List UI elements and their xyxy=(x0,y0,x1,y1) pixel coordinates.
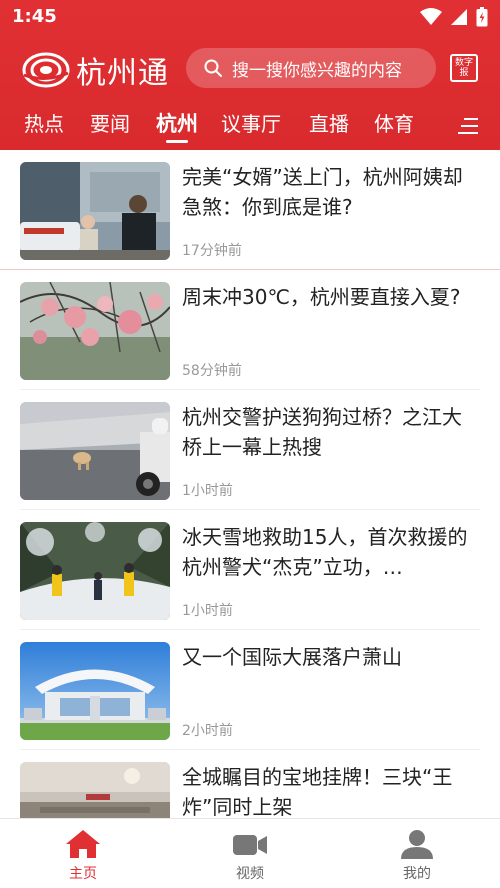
video-icon xyxy=(233,835,267,855)
status-time: 1:45 xyxy=(12,6,57,27)
news-title: 冰天雪地救助15人，首次救援的杭州警犬“杰克”立功，… xyxy=(182,525,468,579)
nav-home[interactable]: 主页 xyxy=(43,829,123,883)
battery-icon xyxy=(476,7,488,27)
news-time: 2小时前 xyxy=(182,723,233,739)
news-item[interactable]: 周末冲30℃，杭州要直接入夏? 58分钟前 xyxy=(0,270,500,390)
news-time: 58分钟前 xyxy=(182,363,242,379)
search-placeholder: 搜一搜你感兴趣的内容 xyxy=(232,60,402,81)
nav-video[interactable]: 视频 xyxy=(210,829,290,883)
nav-home-label: 主页 xyxy=(69,866,97,882)
news-title: 全城瞩目的宝地挂牌！三块“王炸”同时上架 xyxy=(182,765,453,818)
tab-news[interactable]: 要闻 xyxy=(90,108,130,137)
tab-hot[interactable]: 热点 xyxy=(24,108,64,137)
channel-menu-icon[interactable] xyxy=(458,116,480,136)
active-tab-indicator xyxy=(166,140,188,143)
status-bar: 1:45 xyxy=(0,0,500,34)
search-bar[interactable]: 搜一搜你感兴趣的内容 xyxy=(186,48,436,88)
logo-swirl-icon xyxy=(22,52,70,88)
news-item[interactable]: 又一个国际大展落户萧山 2小时前 xyxy=(0,630,500,750)
digital-newspaper-label: 数字报 xyxy=(455,58,474,78)
nav-video-label: 视频 xyxy=(236,866,264,882)
tab-hangzhou[interactable]: 杭州 xyxy=(156,108,198,138)
news-title: 完美“女婿”送上门，杭州阿姨却急煞：你到底是谁? xyxy=(182,165,463,219)
news-thumbnail xyxy=(20,522,170,620)
news-item[interactable]: 杭州交警护送狗狗过桥？之江大桥上一幕上热搜 1小时前 xyxy=(0,390,500,510)
news-title: 杭州交警护送狗狗过桥？之江大桥上一幕上热搜 xyxy=(182,405,462,459)
channel-tabs: 热点 要闻 杭州 议事厅 直播 体育 xyxy=(0,108,460,148)
tab-council[interactable]: 议事厅 xyxy=(221,108,281,137)
news-thumbnail xyxy=(20,282,170,380)
news-title: 又一个国际大展落户萧山 xyxy=(182,645,402,669)
news-time: 17分钟前 xyxy=(182,243,242,259)
tab-live[interactable]: 直播 xyxy=(309,108,349,137)
search-icon xyxy=(204,59,222,77)
nav-profile-label: 我的 xyxy=(403,866,431,882)
news-item[interactable]: 全城瞩目的宝地挂牌！三块“王炸”同时上架 xyxy=(0,750,500,818)
news-thumbnail xyxy=(20,162,170,260)
nav-profile[interactable]: 我的 xyxy=(377,829,457,883)
news-thumbnail xyxy=(20,402,170,500)
bottom-navigation: 主页 视频 我的 xyxy=(0,818,500,888)
home-icon xyxy=(66,830,100,858)
wifi-icon xyxy=(420,8,442,25)
news-thumbnail xyxy=(20,762,170,818)
digital-newspaper-button[interactable]: 数字报 xyxy=(450,54,478,82)
app-header: 1:45 杭州通 搜一搜你感兴趣的内容 数字报 热点 要闻 杭州 议事厅 直播 … xyxy=(0,0,500,150)
profile-icon xyxy=(401,830,433,859)
news-item[interactable]: 完美“女婿”送上门，杭州阿姨却急煞：你到底是谁? 17分钟前 xyxy=(0,150,500,270)
signal-icon xyxy=(451,9,467,25)
status-icons xyxy=(420,7,488,27)
logo-text: 杭州通 xyxy=(76,56,169,91)
news-title: 周末冲30℃，杭州要直接入夏? xyxy=(182,285,461,309)
tab-sports[interactable]: 体育 xyxy=(374,108,414,137)
news-time: 1小时前 xyxy=(182,603,233,619)
news-item[interactable]: 冰天雪地救助15人，首次救援的杭州警犬“杰克”立功，… 1小时前 xyxy=(0,510,500,630)
news-feed: 完美“女婿”送上门，杭州阿姨却急煞：你到底是谁? 17分钟前 周末冲30℃，杭州… xyxy=(0,150,500,818)
news-thumbnail xyxy=(20,642,170,740)
news-time: 1小时前 xyxy=(182,483,233,499)
app-logo[interactable]: 杭州通 xyxy=(22,48,169,92)
